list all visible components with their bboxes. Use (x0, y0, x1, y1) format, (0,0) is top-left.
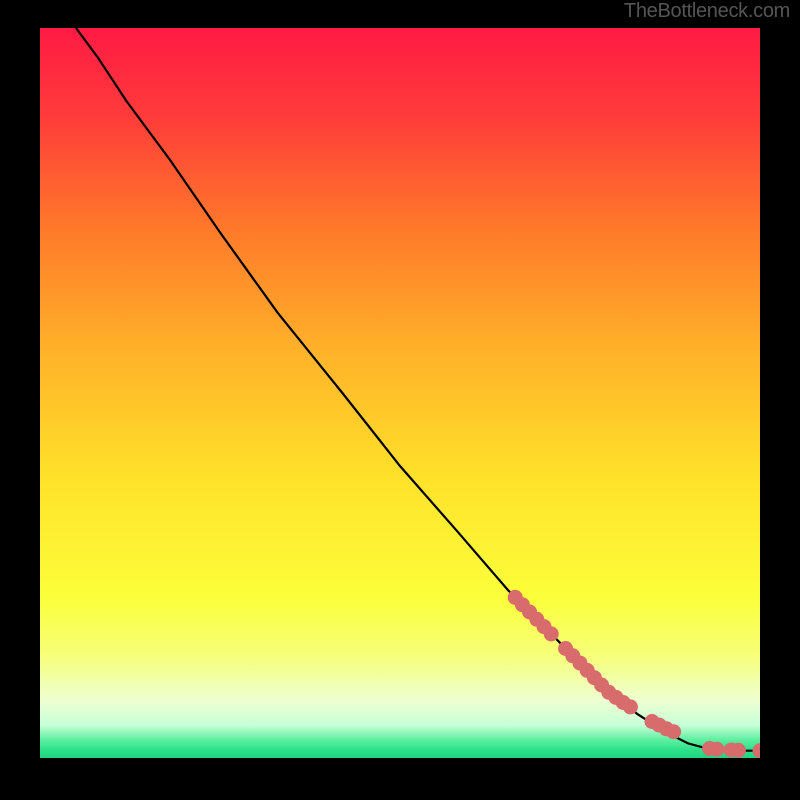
highlighted-point (666, 724, 681, 739)
highlighted-point (544, 626, 559, 641)
highlighted-point (709, 742, 724, 757)
chart-frame: TheBottleneck.com (0, 0, 800, 800)
chart-svg (40, 28, 760, 758)
chart-plot-area (40, 28, 760, 758)
highlighted-point (731, 743, 746, 758)
highlighted-point (623, 699, 638, 714)
chart-background (40, 28, 760, 758)
attribution-watermark: TheBottleneck.com (624, 0, 790, 23)
